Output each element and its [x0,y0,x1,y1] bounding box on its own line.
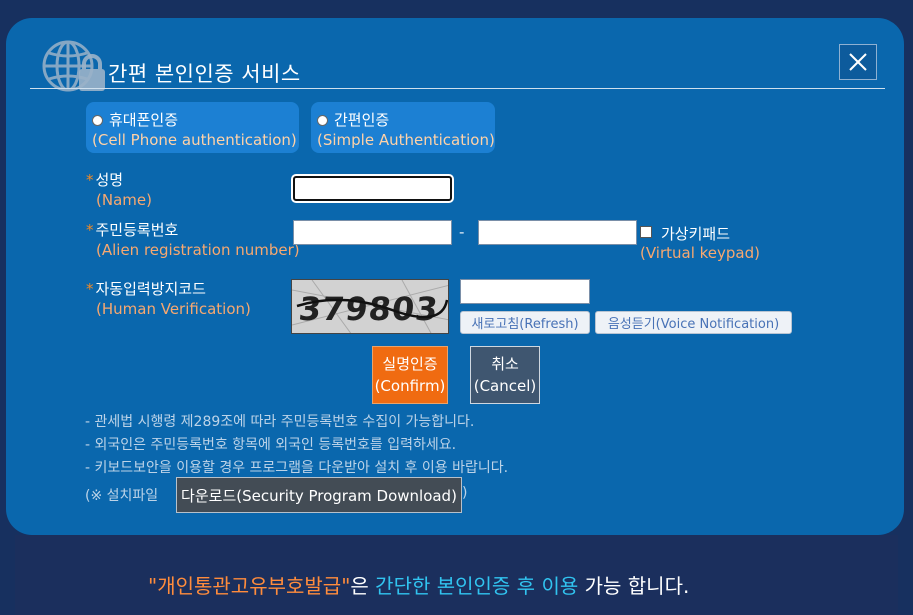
download-prefix: (※ 설치파일 [85,488,159,504]
captcha-text: 379803 [297,290,441,328]
name-input[interactable] [293,176,452,201]
download-suffix: ) [462,485,468,501]
confirm-button[interactable]: 실명인증 (Confirm) [372,346,448,404]
name-sub-label: (Name) [96,191,152,209]
footer-message: "개인통관고유부호발급"은 간단한 본인인증 후 이용 가능 합니다. [148,570,689,599]
method-cellphone-sub: (Cell Phone authentication) [92,131,297,149]
notice-list: - 관세법 시행령 제289조에 따라 주민등록번호 수집이 가능합니다. - … [85,411,508,480]
notice-item: - 외국인은 주민등록번호 항목에 외국인 등록번호를 입력하세요. [85,437,457,453]
confirm-label-en: (Confirm) [374,377,446,395]
regno-front-input[interactable] [293,220,452,245]
regno-label: 주민등록번호 [95,221,179,239]
name-label: 성명 [95,171,124,189]
notice-item: - 관세법 시행령 제289조에 따라 주민등록번호 수집이 가능합니다. [85,414,475,430]
required-mark: * [86,280,94,298]
cancel-label-ko: 취소 [491,355,519,373]
method-cellphone-label: 휴대폰인증 [109,111,179,129]
method-cellphone[interactable]: 휴대폰인증 (Cell Phone authentication) [86,102,299,153]
footer-highlight: 간단한 본인인증 후 이용 [375,574,579,598]
captcha-image: 379803 [291,279,449,334]
dialog-title: 간편 본인인증 서비스 [108,62,301,86]
method-simple-label: 간편인증 [334,111,390,129]
voice-button[interactable]: 음성듣기(Voice Notification) [595,311,792,334]
regno-back-input[interactable] [478,220,637,245]
close-button[interactable] [839,44,877,80]
regno-sub-label: (Alien registration number) [96,241,300,259]
name-field-label: * 성명 (Name) [86,170,152,210]
download-button[interactable]: 다운로드(Security Program Download) [176,477,462,513]
confirm-label-ko: 실명인증 [382,355,438,373]
virtual-keypad-label: 가상키패드 [661,225,731,243]
regno-separator: - [459,223,465,241]
close-icon [849,53,867,71]
footer-text-2: 가능 합니다. [578,574,690,598]
method-simple-sub: (Simple Authentication) [317,131,495,149]
required-mark: * [86,171,94,189]
virtual-keypad-sub: (Virtual keypad) [640,244,760,262]
refresh-button[interactable]: 새로고침(Refresh) [460,311,590,334]
captcha-input[interactable] [460,279,590,304]
regno-field-label: * 주민등록번호 (Alien registration number) [86,220,300,260]
footer-text-1: 은 [350,574,376,598]
cancel-button[interactable]: 취소 (Cancel) [470,346,540,404]
cancel-label-en: (Cancel) [473,377,537,395]
captcha-label: 자동입력방지코드 [95,280,206,298]
radio-simple[interactable] [317,115,328,126]
footer-service-name: "개인통관고유부호발급" [148,574,351,598]
radio-cellphone[interactable] [92,115,103,126]
method-simple[interactable]: 간편인증 (Simple Authentication) [311,102,495,153]
captcha-field-label: * 자동입력방지코드 (Human Verification) [86,279,251,319]
captcha-sub-label: (Human Verification) [96,300,251,318]
virtual-keypad-checkbox[interactable] [640,226,652,238]
required-mark: * [86,221,94,239]
